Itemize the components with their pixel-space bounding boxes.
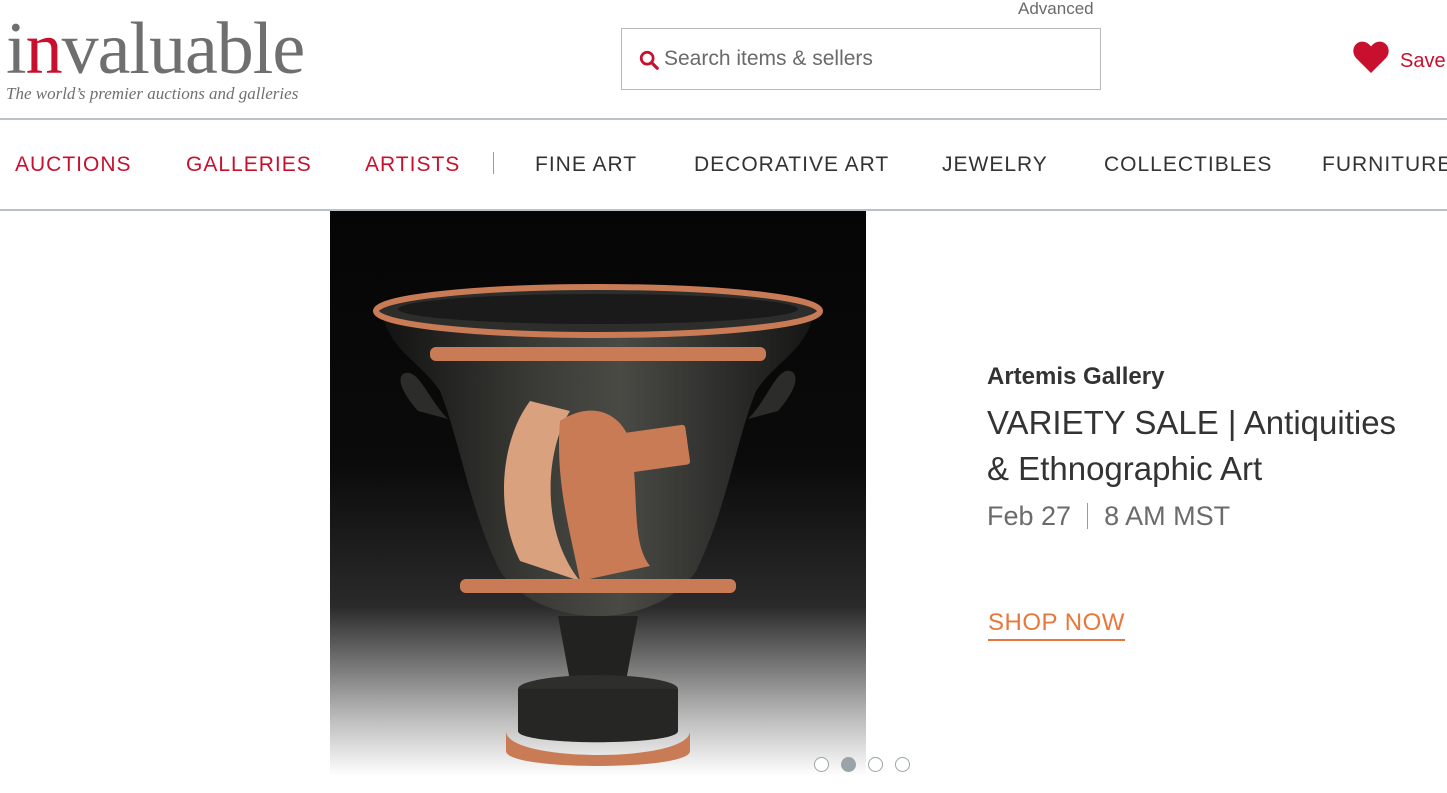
logo-wordmark: invaluable [6,8,306,90]
save-button[interactable]: Save [1352,40,1446,74]
heart-icon [1353,41,1389,73]
nav-artists[interactable]: ARTISTS [365,153,460,177]
date-separator [1087,503,1089,529]
logo-letters-rest: valuable [61,8,306,90]
nav-galleries[interactable]: GALLERIES [186,153,312,177]
advanced-search-link[interactable]: Advanced [1018,0,1094,18]
nav-jewelry[interactable]: JEWELRY [942,153,1048,177]
nav-separator [493,152,494,174]
save-label: Save [1400,49,1446,72]
carousel-dot-4[interactable] [895,757,910,772]
logo-tagline: The world’s premier auctions and galleri… [6,84,299,103]
sale-title-line-1: VARIETY SALE | Antiquities [987,404,1397,441]
hero-seller[interactable]: Artemis Gallery [987,360,1447,394]
shop-now-button[interactable]: SHOP NOW [988,608,1125,641]
carousel-dots [814,757,910,772]
hero-sale-date: Feb 27 8 AM MST [987,496,1447,536]
main-nav: AUCTIONS GALLERIES ARTISTS FINE ART DECO… [0,120,1447,209]
hero-image-krater[interactable] [330,211,866,776]
nav-fine-art[interactable]: FINE ART [535,153,637,177]
logo-letter-i: i [6,8,27,90]
logo-letter-n: n [25,8,63,90]
nav-auctions[interactable]: AUCTIONS [15,153,132,177]
carousel-dot-3[interactable] [868,757,883,772]
carousel-dot-1[interactable] [814,757,829,772]
search-icon[interactable] [638,49,660,71]
site-header: invaluable The world’s premier auctions … [0,0,1447,118]
hero-details: Artemis Gallery VARIETY SALE | Antiquiti… [987,360,1447,536]
nav-furniture[interactable]: FURNITURE [1322,153,1447,177]
search-box[interactable] [621,28,1101,90]
krater-illustration [373,284,823,766]
search-input[interactable] [664,29,1094,89]
sale-date-day: Feb 27 [987,501,1072,531]
sale-date-time: 8 AM MST [1104,501,1231,531]
logo-link[interactable]: invaluable [6,12,305,86]
sale-title-line-2: & Ethnographic Art [987,450,1263,487]
nav-collectibles[interactable]: COLLECTIBLES [1104,153,1272,177]
carousel-dot-2[interactable] [841,757,856,772]
hero-sale-title[interactable]: VARIETY SALE | Antiquities & Ethnographi… [987,400,1447,492]
nav-decorative-art[interactable]: DECORATIVE ART [694,153,889,177]
